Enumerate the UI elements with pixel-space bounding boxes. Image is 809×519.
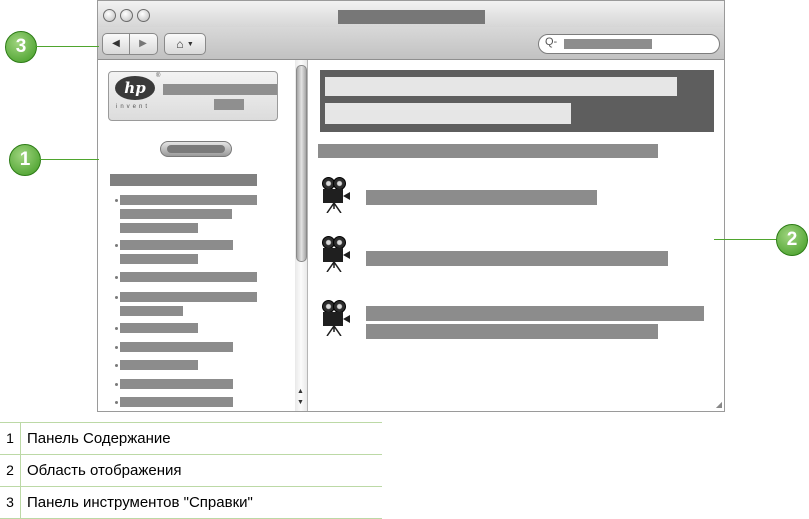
callout-3: 3 [5, 31, 37, 63]
section-heading-placeholder [318, 144, 658, 158]
window-title-placeholder [338, 10, 485, 24]
contents-heading-placeholder [110, 174, 257, 186]
close-window-button[interactable] [103, 9, 116, 22]
home-button[interactable]: ⌂ ▼ [164, 33, 206, 55]
toc-bullet [115, 276, 118, 279]
display-area: ◢ [308, 60, 724, 411]
video-link-text-placeholder[interactable] [366, 251, 668, 266]
brand-title-placeholder [163, 84, 277, 95]
callout-1-leader [39, 159, 99, 160]
legend-number: 2 [0, 455, 21, 486]
contents-pane-button[interactable] [160, 141, 232, 157]
toc-item[interactable] [120, 360, 198, 370]
toc-bullet [115, 401, 118, 404]
hp-brand-box: hp ® invent [108, 71, 278, 121]
toc-item[interactable] [120, 323, 198, 333]
movie-camera-icon [320, 177, 354, 215]
help-viewer-window: ◀ ▶ ⌂ ▼ Q- hp ® invent ▲ ▼ ◢ [97, 0, 725, 412]
movie-camera-icon [320, 236, 354, 274]
callout-2: 2 [776, 224, 808, 256]
zoom-window-button[interactable] [137, 9, 150, 22]
resize-grip-icon[interactable]: ◢ [716, 400, 722, 409]
legend-text: Область отображения [27, 462, 182, 479]
toc-item[interactable] [120, 272, 257, 282]
minimize-window-button[interactable] [120, 9, 133, 22]
legend-number: 3 [0, 487, 21, 518]
callout-2-leader [714, 239, 776, 240]
brand-subtitle-placeholder [214, 99, 244, 110]
toc-item-line[interactable] [120, 223, 198, 233]
legend-text: Панель инструментов "Справки" [27, 494, 253, 511]
chevron-down-icon: ▼ [186, 40, 194, 48]
hp-tagline: invent [116, 104, 151, 110]
search-text-placeholder [564, 39, 652, 49]
toc-bullet [115, 296, 118, 299]
topic-title-placeholder [325, 77, 677, 96]
hp-logo: hp [115, 76, 155, 100]
topic-subtitle-placeholder [325, 103, 571, 124]
toc-item[interactable] [120, 292, 257, 302]
toc-bullet [115, 199, 118, 202]
toc-bullet [115, 244, 118, 247]
home-icon: ⌂ [176, 37, 184, 51]
registered-mark: ® [156, 73, 161, 79]
callout-1: 1 [9, 144, 41, 176]
help-toolbar: ◀ ▶ ⌂ ▼ Q- [98, 27, 724, 60]
video-link-text-placeholder[interactable] [366, 324, 658, 339]
contents-scrollbar[interactable]: ▲ ▼ [295, 60, 308, 411]
toc-item-line[interactable] [120, 209, 232, 219]
video-link-text-placeholder[interactable] [366, 190, 597, 205]
toc-item[interactable] [120, 379, 233, 389]
callout-3-leader [35, 46, 99, 47]
toc-item[interactable] [120, 397, 233, 407]
legend-number: 1 [0, 423, 21, 454]
scroll-down-arrow-icon[interactable]: ▼ [297, 399, 304, 406]
topic-header [320, 70, 714, 132]
forward-button[interactable]: ▶ [130, 34, 156, 54]
toc-bullet [115, 327, 118, 330]
navigation-buttons: ◀ ▶ [102, 33, 158, 55]
toc-item[interactable] [120, 195, 257, 205]
contents-pane: hp ® invent [98, 60, 296, 411]
contents-pane-button-label-placeholder [167, 145, 225, 153]
toc-bullet [115, 364, 118, 367]
toc-item[interactable] [120, 240, 233, 250]
legend-row: 3 Панель инструментов "Справки" [0, 486, 382, 519]
scrollbar-thumb[interactable] [296, 65, 307, 262]
toc-item-line[interactable] [120, 306, 183, 316]
video-link-text-placeholder[interactable] [366, 306, 704, 321]
legend-row: 1 Панель Содержание [0, 422, 382, 454]
search-icon: Q- [545, 36, 558, 48]
movie-camera-icon [320, 300, 354, 338]
back-button[interactable]: ◀ [103, 34, 130, 54]
toc-item-line[interactable] [120, 254, 198, 264]
toc-bullet [115, 383, 118, 386]
title-bar [98, 1, 724, 27]
legend-text: Панель Содержание [27, 430, 171, 447]
toc-item[interactable] [120, 342, 233, 352]
scroll-up-arrow-icon[interactable]: ▲ [297, 388, 304, 395]
search-field[interactable]: Q- [538, 34, 720, 54]
legend-table: 1 Панель Содержание 2 Область отображени… [0, 422, 382, 519]
toc-bullet [115, 346, 118, 349]
legend-row: 2 Область отображения [0, 454, 382, 486]
